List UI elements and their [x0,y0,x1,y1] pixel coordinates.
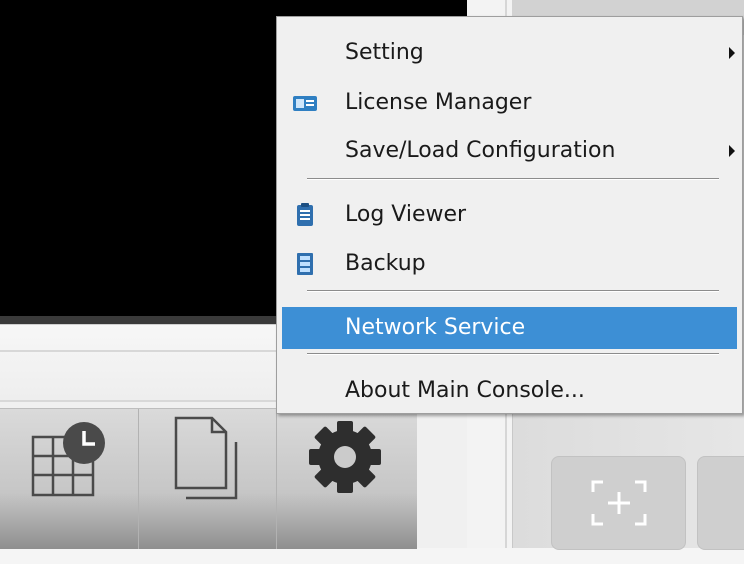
clipboard-icon [297,203,313,226]
bottom-toolbar [0,408,417,549]
settings-button[interactable] [276,409,414,549]
menu-item-label: Log Viewer [345,202,467,227]
license-card-icon [293,96,317,111]
menu-item-label: Backup [345,251,426,276]
backup-icon [297,253,313,275]
menu-item-log-viewer[interactable]: Log Viewer [282,194,737,236]
menu-separator [307,290,719,292]
gear-icon [309,421,381,493]
menu-item-network-service[interactable]: Network Service [282,307,737,349]
menu-item-label: Save/Load Configuration [345,138,616,163]
menu-item-about-main-console[interactable]: About Main Console... [282,370,737,412]
schedule-grid-button[interactable] [0,409,139,549]
menu-separator [307,178,719,180]
menu-item-setting[interactable]: Setting [282,32,737,74]
menu-item-label: Setting [345,40,424,65]
expand-plus-icon [591,480,646,526]
submenu-arrow-icon [729,47,735,59]
menu-item-label: About Main Console... [345,378,585,403]
menu-item-label: Network Service [345,315,526,340]
pages-button[interactable] [138,409,277,549]
add-layout-button[interactable] [551,456,686,550]
grid-clock-icon [31,422,105,497]
menu-item-label: License Manager [345,90,532,115]
menu-item-backup[interactable]: Backup [282,243,737,285]
context-menu: Setting License Manager Save/Load Config… [276,16,743,414]
menu-separator [307,353,719,355]
status-strip [0,548,744,564]
layout-button[interactable] [697,456,744,550]
copy-pages-icon [174,416,238,500]
menu-item-license-manager[interactable]: License Manager [282,82,737,124]
submenu-arrow-icon [729,145,735,157]
menu-item-save-load-configuration[interactable]: Save/Load Configuration [282,130,737,172]
